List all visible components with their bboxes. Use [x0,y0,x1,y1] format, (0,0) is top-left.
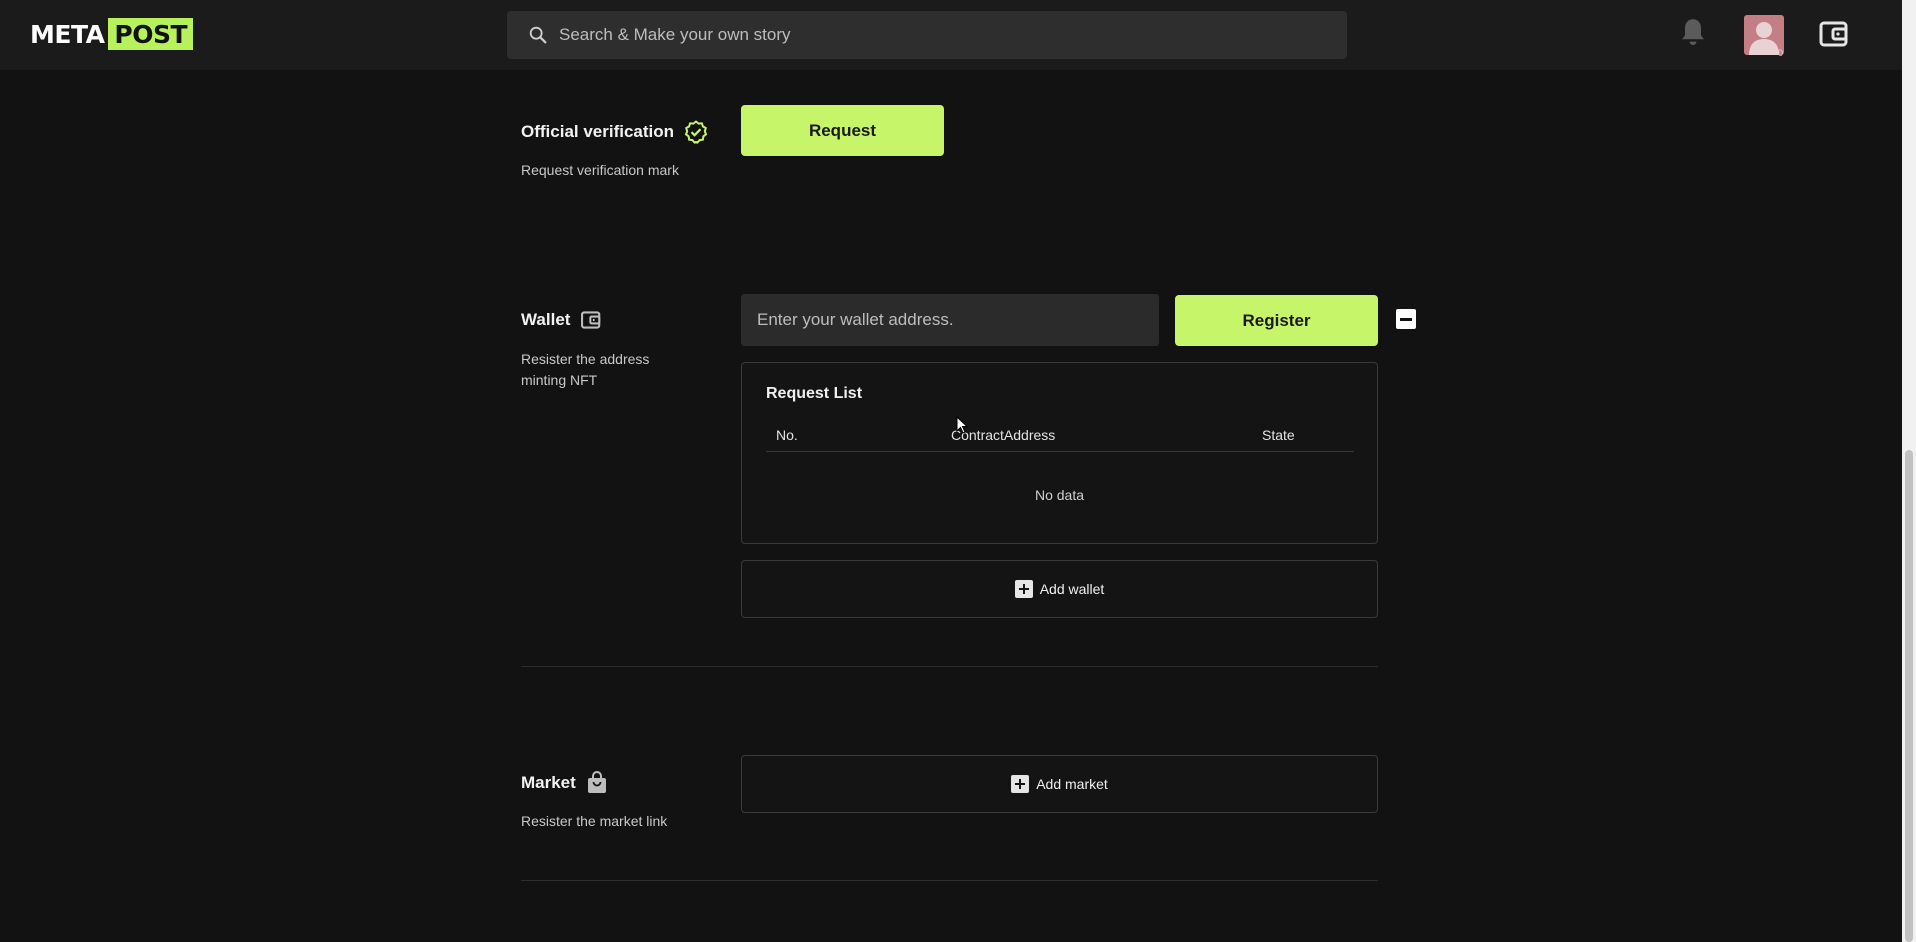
market-title: Market [521,773,576,792]
plus-square-icon [1011,775,1030,793]
column-header-no: No. [776,427,798,443]
request-list-title: Request List [766,385,863,402]
verified-badge-icon [684,120,708,144]
search-bar[interactable] [507,11,1347,59]
table-header-divider [766,451,1354,452]
search-input[interactable] [559,25,1339,45]
wallet-icon [581,311,601,329]
wallet-section-title: Wallet [521,309,602,331]
wallet-icon[interactable] [1818,18,1850,50]
search-icon [529,26,547,44]
add-wallet-label: Add wallet [1039,581,1105,597]
minus-icon [1400,317,1412,321]
wallet-address-input[interactable] [741,294,1159,346]
section-divider [521,666,1378,667]
avatar-badge: 0 [1778,48,1784,58]
remove-wallet-button[interactable] [1396,309,1416,329]
verification-section-title: Official verification [521,120,708,144]
wallet-desc-line1: Resister the address [521,351,650,367]
top-navbar: META POST 0 [0,0,1902,70]
verification-desc: Request verification mark [521,162,679,178]
bell-icon[interactable] [1679,17,1707,49]
empty-table-text: No data [1034,487,1085,503]
request-button[interactable]: Request [741,105,944,156]
plus-square-icon [1014,580,1033,598]
section-divider [521,880,1378,881]
wallet-title: Wallet [521,310,571,329]
market-section-title: Market [521,771,608,795]
add-market-label: Add market [1036,776,1108,792]
logo-post-text: POST [108,18,194,50]
scrollbar-thumb[interactable] [1905,450,1913,942]
register-button[interactable]: Register [1175,295,1378,346]
wallet-desc: Resister the address minting NFT [521,349,649,391]
market-desc: Resister the market link [521,813,668,829]
wallet-desc-line2: minting NFT [521,372,598,388]
verification-title: Official verification [521,122,675,141]
mouse-cursor-icon [956,416,968,434]
shopping-bag-icon [587,771,606,793]
request-list-panel: Request List No. ContractAddress State N… [741,362,1378,544]
logo-meta-text: META [30,19,105,49]
add-wallet-button[interactable]: Add wallet [741,560,1378,618]
metapost-logo[interactable]: META POST [30,18,194,50]
add-market-button[interactable]: Add market [741,755,1378,813]
column-header-state: State [1262,427,1295,443]
